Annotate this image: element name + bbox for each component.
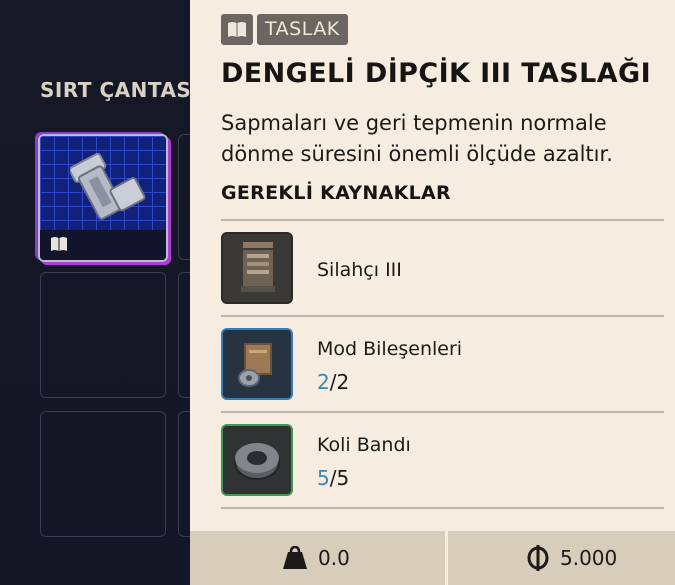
- weight-stat: 0.0: [282, 531, 350, 585]
- inventory-title: SIRT ÇANTASI: [40, 78, 200, 102]
- divider: [221, 507, 664, 509]
- inventory-panel: SIRT ÇANTASI: [0, 0, 199, 585]
- mod-components-icon: [221, 328, 293, 400]
- inventory-slot-empty[interactable]: [40, 411, 166, 537]
- resource-row[interactable]: Silahçı III: [221, 228, 664, 306]
- weight-icon: [283, 546, 307, 569]
- weight-value: 0.0: [318, 546, 350, 570]
- inventory-slot-selected[interactable]: [38, 134, 168, 262]
- workbench-icon: [221, 232, 293, 304]
- stock-blueprint-icon: [70, 152, 146, 220]
- book-icon: [221, 14, 253, 45]
- resource-row[interactable]: Koli Bandı 5/5: [221, 420, 664, 498]
- divider: [221, 411, 664, 413]
- duct-tape-icon: [221, 424, 293, 496]
- item-title: DENGELİ DİPÇİK III TASLAĞI: [221, 58, 652, 89]
- item-tag: TASLAK: [221, 14, 348, 45]
- inventory-slot-empty[interactable]: [40, 272, 166, 398]
- tag-label: TASLAK: [257, 14, 348, 45]
- resource-count: 5/5: [317, 466, 350, 490]
- price-value: 5.000: [560, 546, 618, 570]
- tooltip-footer: 0.0 5.000: [190, 531, 675, 585]
- coin-icon: [527, 545, 549, 571]
- requirements-heading: GEREKLİ KAYNAKLAR: [221, 182, 451, 204]
- divider: [221, 315, 664, 317]
- item-description: Sapmaları ve geri tepmenin normale dönme…: [221, 111, 613, 166]
- resource-name: Mod Bileşenleri: [317, 338, 463, 360]
- resource-name: Silahçı III: [317, 259, 402, 281]
- resource-row[interactable]: Mod Bileşenleri 2/2: [221, 324, 664, 402]
- item-tooltip: TASLAK DENGELİ DİPÇİK III TASLAĞI Sapmal…: [190, 0, 675, 585]
- resource-name: Koli Bandı: [317, 434, 411, 456]
- price-stat: 5.000: [526, 531, 617, 585]
- book-icon: [51, 237, 67, 251]
- resource-count: 2/2: [317, 370, 350, 394]
- divider: [221, 219, 664, 221]
- footer-separator: [445, 531, 448, 585]
